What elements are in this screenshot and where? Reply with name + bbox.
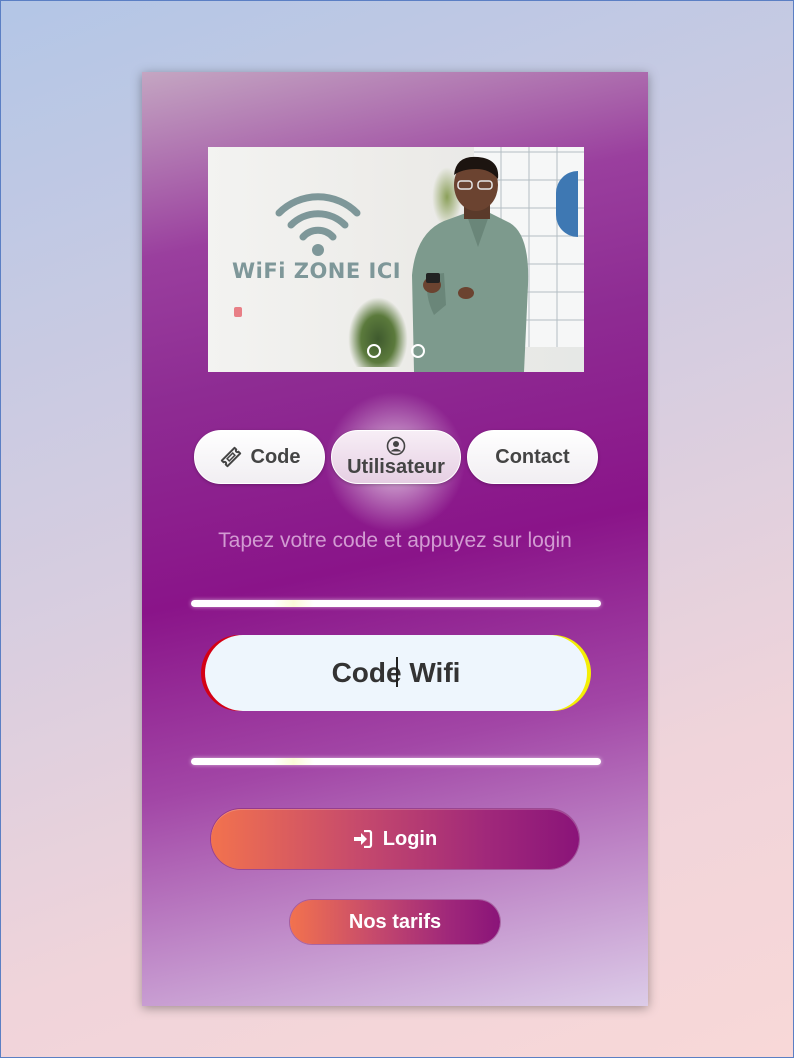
code-field-wrapper <box>205 634 587 712</box>
wall-detail <box>234 307 242 317</box>
banner-text: WiFi ZONE ICI <box>232 259 402 283</box>
login-card: WiFi ZONE ICI Code Utilisateur Contact T… <box>142 72 648 1006</box>
instruction-text: Tapez votre code et appuyez sur login <box>218 529 572 552</box>
ticket-icon <box>220 446 241 468</box>
image-carousel[interactable]: WiFi ZONE ICI <box>208 147 584 372</box>
wifi-icon <box>275 193 361 256</box>
divider-bar <box>191 758 601 765</box>
sign-in-icon <box>353 830 372 848</box>
tab-contact-label: Contact <box>495 445 570 468</box>
nos-tarifs-button[interactable]: Nos tarifs <box>290 900 500 944</box>
tab-contact[interactable]: Contact <box>467 430 598 484</box>
tab-code[interactable]: Code <box>194 430 325 484</box>
login-button[interactable]: Login <box>211 809 579 869</box>
carousel-indicators <box>208 344 584 358</box>
divider-bar <box>191 600 601 607</box>
text-caret <box>396 657 398 687</box>
user-circle-icon <box>386 436 406 456</box>
nos-tarifs-label: Nos tarifs <box>348 910 442 933</box>
tab-utilisateur-label: Utilisateur <box>347 456 445 478</box>
carousel-dot-1[interactable] <box>367 344 381 358</box>
carousel-dot-2[interactable] <box>411 344 425 358</box>
wall-sign <box>556 171 578 237</box>
person-with-phone-illustration <box>412 156 529 372</box>
login-button-label: Login <box>382 827 438 850</box>
tab-utilisateur[interactable]: Utilisateur <box>331 430 461 484</box>
tab-code-label: Code <box>250 445 301 468</box>
login-mode-tabs: Code Utilisateur Contact <box>194 430 598 486</box>
